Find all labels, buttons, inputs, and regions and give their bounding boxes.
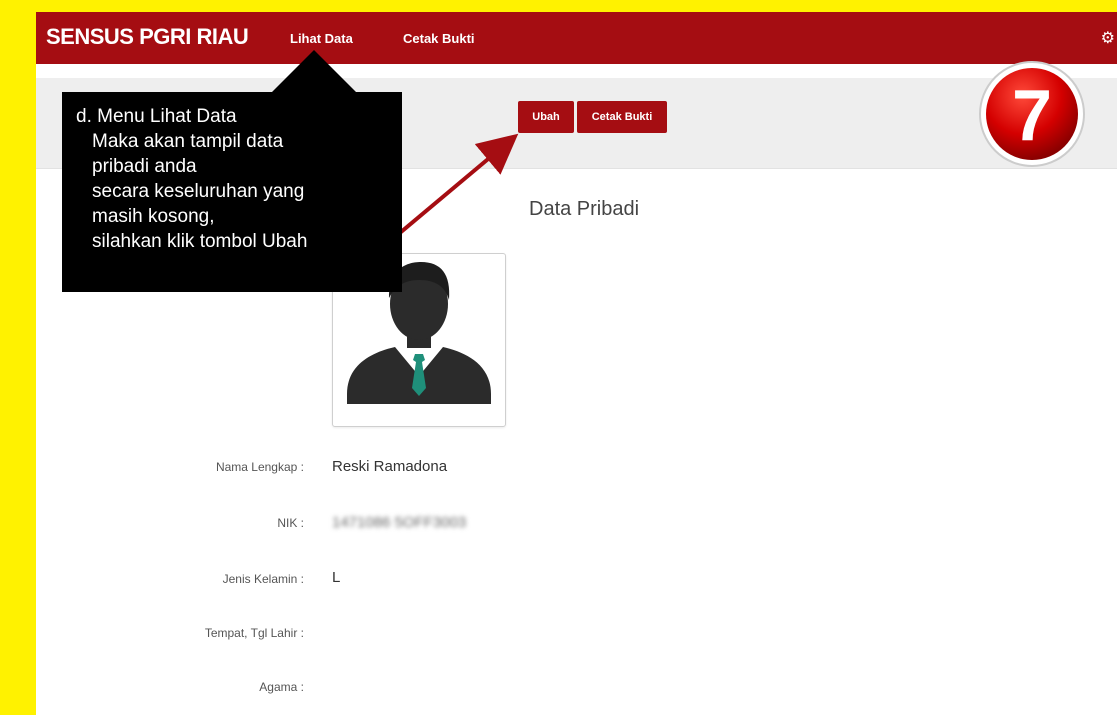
callout-pointer: [270, 50, 358, 94]
callout-line-4: secara keseluruhan yang: [92, 181, 305, 202]
tutorial-callout: d. Menu Lihat Data Maka akan tampil data…: [62, 92, 402, 292]
step-number: 7: [1012, 76, 1052, 156]
callout-line-3: pribadi anda: [92, 156, 197, 177]
callout-line-1: d. Menu Lihat Data: [76, 106, 237, 127]
callout-line-5: masih kosong,: [92, 206, 215, 227]
callout-line-2: Maka akan tampil data: [92, 131, 284, 152]
step-number-badge: 7: [979, 61, 1085, 167]
callout-line-6: silahkan klik tombol Ubah: [92, 231, 308, 252]
